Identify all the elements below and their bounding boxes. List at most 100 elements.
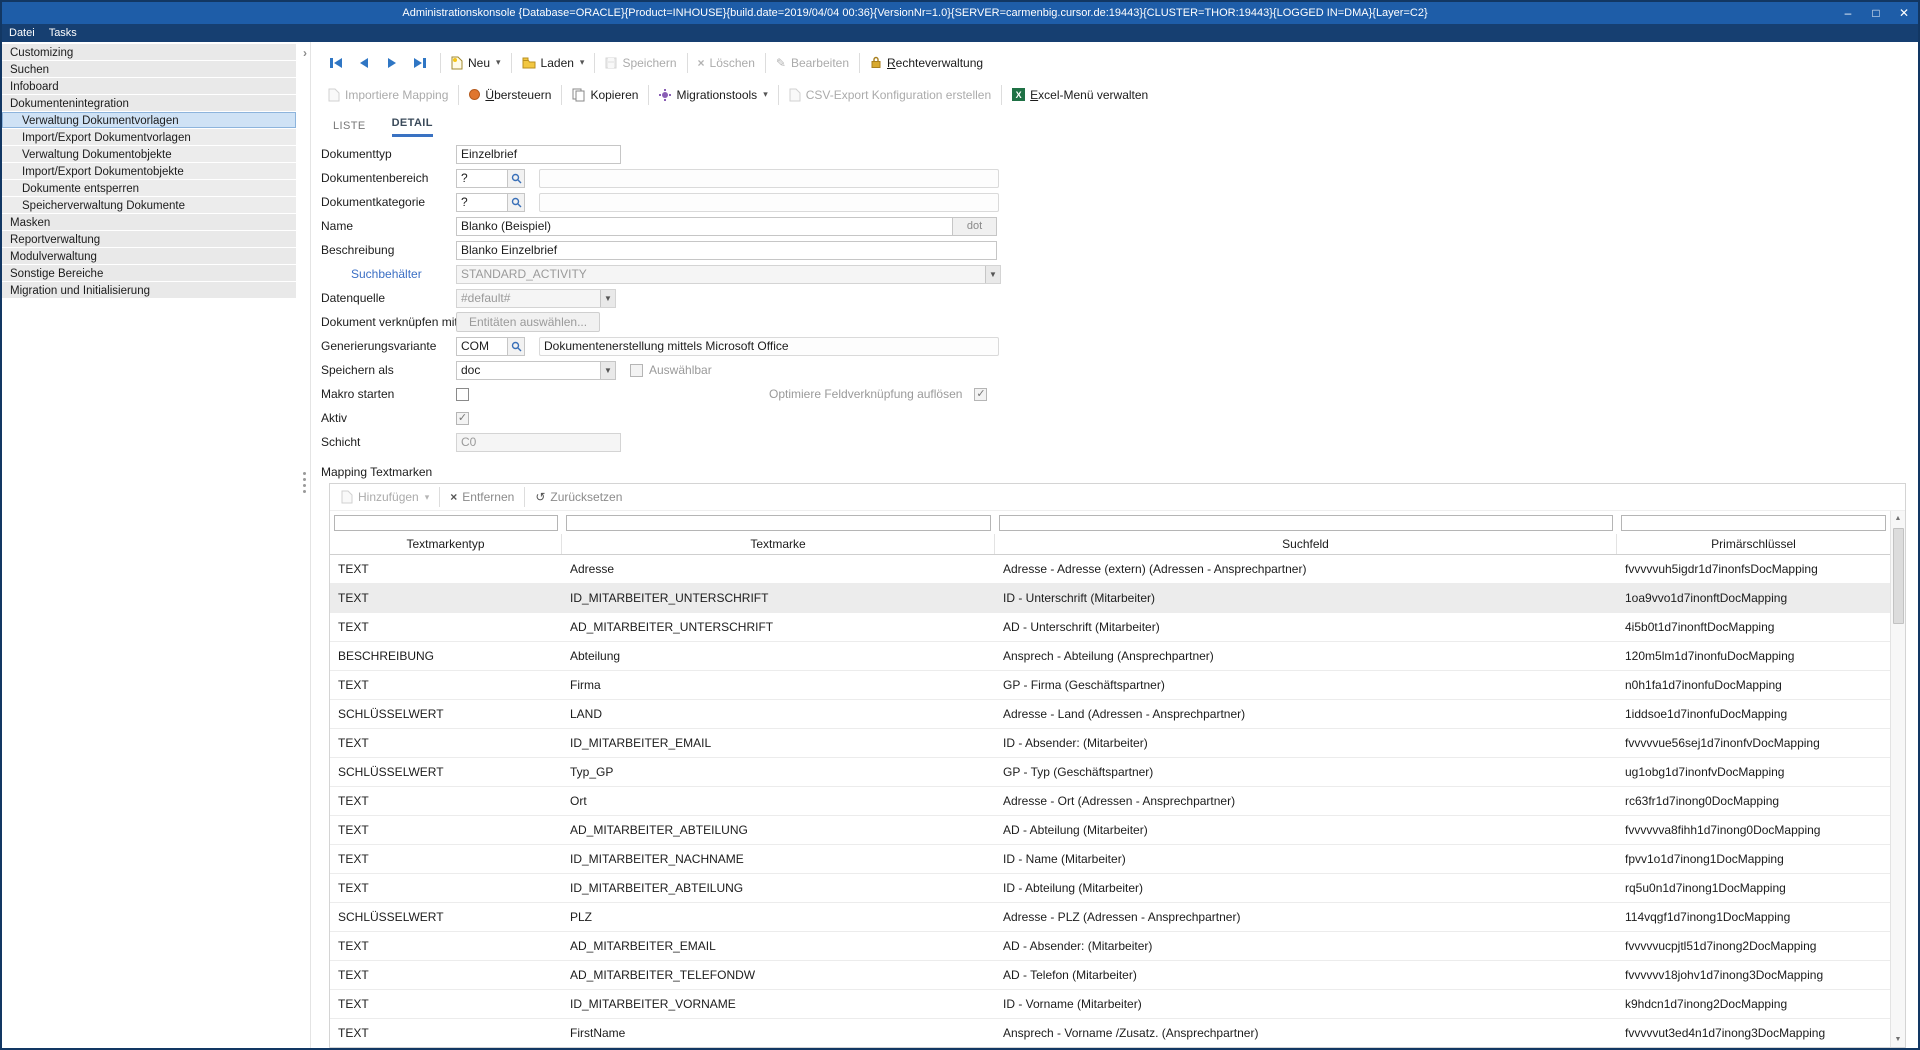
rechteverwaltung-button[interactable]: Rechteverwaltung [863,53,990,73]
sidebar-item[interactable]: Masken [2,214,296,230]
sidebar-item[interactable]: Import/Export Dokumentobjekte [2,163,296,179]
mapping-section-title: Mapping Textmarken [321,465,1906,479]
datenquelle-select[interactable]: #default# ▼ [456,289,616,308]
table-row[interactable]: TEXTAdresseAdresse - Adresse (extern) (A… [330,555,1890,584]
zuruecksetzen-button[interactable]: ↺ Zurücksetzen [528,487,629,507]
sidebar-item[interactable]: Dokumente entsperren [2,180,296,196]
dokumentkategorie-lookup-button[interactable] [508,193,525,212]
first-record-button[interactable] [325,53,347,73]
column-header-primaerschluessel[interactable]: Primärschlüssel [1617,534,1890,554]
table-row[interactable]: TEXTAD_MITARBEITER_EMAILAD - Absender: (… [330,932,1890,961]
table-row[interactable]: TEXTAD_MITARBEITER_UNTERSCHRIFTAD - Unte… [330,613,1890,642]
sidebar-item[interactable]: Migration und Initialisierung [2,282,296,298]
sidebar-item[interactable]: Infoboard [2,78,296,94]
sidebar-item[interactable]: Customizing [2,44,296,60]
sidebar-item[interactable]: Suchen [2,61,296,77]
chevron-down-icon[interactable]: ▾ [425,492,430,503]
aktiv-checkbox[interactable]: ✓ [456,412,469,425]
table-row[interactable]: TEXTID_MITARBEITER_NACHNAMEID - Name (Mi… [330,845,1890,874]
optimiere-checkbox[interactable]: ✓ [974,388,987,401]
csv-export-button[interactable]: CSV-Export Konfiguration erstellen [782,85,998,105]
chevron-down-icon[interactable]: ▾ [580,57,585,68]
dokumentenbereich-text-field[interactable] [539,169,999,188]
maximize-button[interactable]: □ [1862,2,1890,24]
kopieren-button[interactable]: Kopieren [565,85,645,105]
sidebar-item[interactable]: Sonstige Bereiche [2,265,296,281]
menu-datei[interactable]: Datei [2,26,42,40]
entitaeten-auswaehlen-button[interactable]: Entitäten auswählen... [456,312,600,332]
column-header-suchfeld[interactable]: Suchfeld [995,534,1617,554]
sidebar-collapse-icon[interactable]: › [303,46,307,60]
column-header-textmarkentyp[interactable]: Textmarkentyp [330,534,562,554]
migrationstools-button[interactable]: Migrationstools ▾ [652,85,774,105]
rechteverwaltung-label: Rechteverwaltung [887,56,983,70]
importiere-mapping-button[interactable]: Importiere Mapping [321,85,455,105]
sidebar-item[interactable]: Import/Export Dokumentvorlagen [2,129,296,145]
auswaehlbar-checkbox[interactable] [630,364,643,377]
table-row[interactable]: TEXTFirmaGP - Firma (Geschäftspartner)n0… [330,671,1890,700]
dokumenttyp-field[interactable]: Einzelbrief [456,145,621,164]
schicht-field[interactable]: C0 [456,433,621,452]
table-scrollbar[interactable]: ▲ ▼ [1890,511,1905,1047]
hinzufuegen-button[interactable]: Hinzufügen ▾ [334,487,436,507]
table-row[interactable]: TEXTAD_MITARBEITER_TELEFONDWAD - Telefon… [330,961,1890,990]
table-row[interactable]: SCHLÜSSELWERTPLZAdresse - PLZ (Adressen … [330,903,1890,932]
filter-input-suchfeld[interactable] [999,515,1613,531]
filter-input-primaerschluessel[interactable] [1621,515,1886,531]
dokumentkategorie-field[interactable]: ? [456,193,508,212]
table-cell: AD - Telefon (Mitarbeiter) [995,961,1617,989]
sidebar-item[interactable]: Modulverwaltung [2,248,296,264]
name-field[interactable]: Blanko (Beispiel) [456,217,953,236]
dokumentenbereich-field[interactable]: ? [456,169,508,188]
scroll-down-icon[interactable]: ▼ [1891,1032,1905,1047]
table-row[interactable]: TEXTID_MITARBEITER_VORNAMEID - Vorname (… [330,990,1890,1019]
table-row[interactable]: TEXTID_MITARBEITER_EMAILID - Absender: (… [330,729,1890,758]
table-row[interactable]: TEXTID_MITARBEITER_ABTEILUNGID - Abteilu… [330,874,1890,903]
table-row[interactable]: TEXTID_MITARBEITER_UNTERSCHRIFTID - Unte… [330,584,1890,613]
table-row[interactable]: TEXTFirstNameAnsprech - Vorname /Zusatz.… [330,1019,1890,1047]
entfernen-button[interactable]: × Entfernen [443,487,521,507]
table-row[interactable]: TEXTAD_MITARBEITER_ABTEILUNGAD - Abteilu… [330,816,1890,845]
tab-liste[interactable]: LISTE [333,120,366,137]
previous-record-button[interactable] [353,53,375,73]
generierungsvariante-lookup-button[interactable] [508,337,525,356]
minimize-button[interactable]: – [1834,2,1862,24]
generierungsvariante-field[interactable]: COM [456,337,508,356]
uebersteuern-button[interactable]: Übersteuern [462,85,558,105]
laden-button[interactable]: Laden ▾ [515,53,592,73]
close-button[interactable]: ✕ [1890,2,1918,24]
sidebar-item[interactable]: Verwaltung Dokumentvorlagen [2,112,296,128]
next-record-button[interactable] [381,53,403,73]
suchbehaelter-label[interactable]: Suchbehälter [321,267,456,281]
sidebar-item[interactable]: Reportverwaltung [2,231,296,247]
excel-menu-button[interactable]: X Excel-Menü verwalten [1005,85,1155,105]
table-row[interactable]: BESCHREIBUNGAbteilungAnsprech - Abteilun… [330,642,1890,671]
column-header-textmarke[interactable]: Textmarke [562,534,995,554]
dokumentkategorie-text-field[interactable] [539,193,999,212]
sidebar-item[interactable]: Speicherverwaltung Dokumente [2,197,296,213]
dokumentenbereich-lookup-button[interactable] [508,169,525,188]
loeschen-button[interactable]: × Löschen [691,53,762,73]
menu-tasks[interactable]: Tasks [42,26,84,40]
table-row[interactable]: SCHLÜSSELWERTLANDAdresse - Land (Adresse… [330,700,1890,729]
speichern-als-select[interactable]: doc ▼ [456,361,616,380]
suchbehaelter-select[interactable]: STANDARD_ACTIVITY ▼ [456,265,1001,284]
filter-input-textmarkentyp[interactable] [334,515,558,531]
makro-starten-checkbox[interactable] [456,388,469,401]
sidebar-item[interactable]: Verwaltung Dokumentobjekte [2,146,296,162]
table-row[interactable]: TEXTOrtAdresse - Ort (Adressen - Ansprec… [330,787,1890,816]
table-row[interactable]: SCHLÜSSELWERTTyp_GPGP - Typ (Geschäftspa… [330,758,1890,787]
beschreibung-field[interactable]: Blanko Einzelbrief [456,241,997,260]
filter-input-textmarke[interactable] [566,515,991,531]
sidebar-item[interactable]: Dokumentenintegration [2,95,296,111]
splitter-handle[interactable] [303,472,306,493]
tab-detail[interactable]: DETAIL [392,117,433,137]
chevron-down-icon[interactable]: ▾ [763,89,768,100]
scroll-up-icon[interactable]: ▲ [1891,511,1905,526]
bearbeiten-button[interactable]: ✎ Bearbeiten [769,53,856,73]
neu-button[interactable]: Neu ▾ [444,53,508,73]
last-record-button[interactable] [409,53,431,73]
chevron-down-icon[interactable]: ▾ [496,57,501,68]
scroll-thumb[interactable] [1893,528,1904,624]
speichern-button[interactable]: Speichern [598,53,683,73]
